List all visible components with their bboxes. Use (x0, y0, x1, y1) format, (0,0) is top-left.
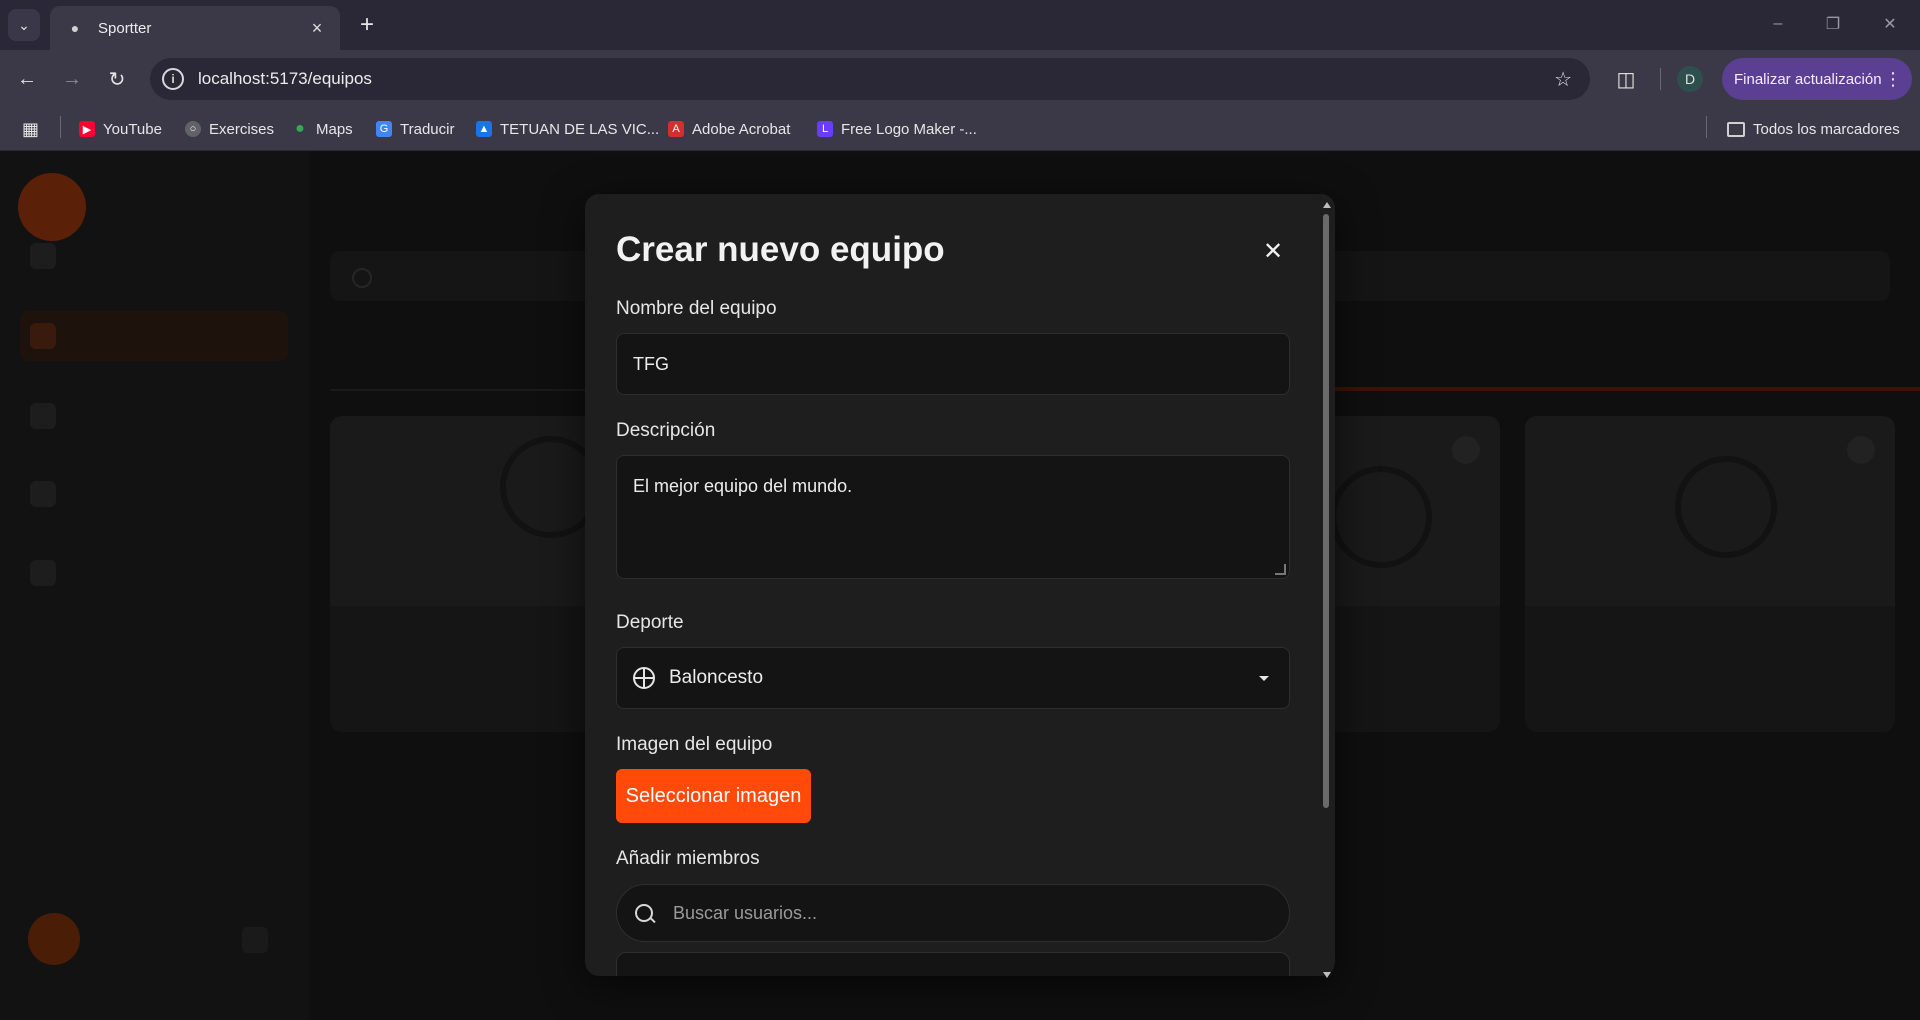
tab-search-dropdown-icon[interactable]: ⌄ (8, 9, 40, 41)
folder-icon (1727, 121, 1745, 137)
bookmark-youtube[interactable]: ▶ YouTube (79, 118, 162, 140)
address-url[interactable]: localhost:5173/equipos (198, 69, 1554, 89)
modal-scrollbar[interactable] (1322, 202, 1332, 978)
bookmark-label: Exercises (209, 120, 275, 138)
finish-update-label: Finalizar actualización (1734, 70, 1882, 88)
logout-icon[interactable] (242, 927, 268, 953)
extensions-puzzle-icon[interactable]: ◫ (1611, 64, 1641, 94)
all-bookmarks-label: Todos los marcadores (1753, 120, 1900, 138)
modal-title: Crear nuevo equipo (616, 230, 945, 269)
profile-avatar[interactable]: D (1677, 66, 1703, 92)
menu-dots-icon[interactable]: ⋮ (1884, 69, 1902, 90)
basketball-icon (633, 667, 655, 689)
create-team-modal: Crear nuevo equipo ✕ Nombre del equipo T… (585, 194, 1335, 976)
apps-grid-icon[interactable]: ▦ (22, 118, 39, 140)
nav-icon (30, 560, 56, 586)
ball-graphic (1330, 466, 1432, 568)
forward-icon[interactable]: → (57, 64, 87, 94)
scroll-up-arrow-icon[interactable] (1323, 202, 1331, 208)
team-name-field[interactable]: TFG (616, 333, 1290, 395)
sidebar-item-1[interactable] (20, 231, 288, 281)
member-search-field[interactable] (616, 884, 1290, 942)
sidebar (0, 151, 310, 1020)
nav-icon (30, 243, 56, 269)
bookmark-free-logo-maker[interactable]: L Free Logo Maker -... (817, 118, 977, 140)
restore-icon[interactable]: ❐ (1813, 10, 1853, 38)
sport-label: Deporte (616, 612, 684, 633)
sport-selected-value: Baloncesto (669, 667, 764, 688)
ball-graphic (1675, 456, 1777, 558)
close-icon[interactable]: ✕ (1260, 238, 1286, 265)
site-info-icon[interactable]: i (162, 68, 184, 90)
reload-icon[interactable]: ↻ (102, 64, 132, 94)
graduation-cap-icon: ▲ (476, 121, 492, 137)
browser-tab[interactable]: ● Sportter × (50, 6, 340, 50)
bookmark-traducir[interactable]: G Traducir (376, 118, 454, 140)
tab-title: Sportter (98, 19, 152, 37)
user-box (28, 913, 278, 971)
new-tab-icon[interactable]: + (353, 11, 381, 39)
search-icon (352, 268, 372, 288)
sport-select[interactable]: Baloncesto (616, 647, 1290, 709)
minimize-icon[interactable]: – (1758, 10, 1798, 38)
globe-icon: ○ (185, 121, 201, 137)
bookmark-label: YouTube (103, 120, 162, 138)
translate-icon: G (376, 121, 392, 137)
add-members-label: Añadir miembros (616, 848, 760, 869)
scroll-down-arrow-icon[interactable] (1323, 972, 1331, 978)
bookmarks-divider (1706, 116, 1707, 138)
search-icon (635, 904, 653, 922)
bookmark-label: Maps (316, 120, 353, 138)
sportter-favicon-icon: ● (70, 20, 80, 36)
favorite-icon[interactable] (1847, 436, 1875, 464)
maps-pin-icon: ● (295, 120, 305, 137)
youtube-icon: ▶ (79, 121, 95, 137)
nav-icon (30, 403, 56, 429)
logo-maker-icon: L (817, 121, 833, 137)
finish-update-button[interactable]: Finalizar actualización ⋮ (1722, 58, 1912, 100)
resize-handle-icon[interactable] (1275, 564, 1286, 575)
scroll-thumb[interactable] (1323, 214, 1329, 808)
bookmark-label: TETUAN DE LAS VIC... (500, 120, 660, 138)
address-bar[interactable]: i localhost:5173/equipos ☆ (150, 58, 1590, 100)
bookmark-label: Traducir (400, 120, 455, 138)
bookmark-maps[interactable]: ● Maps (292, 118, 353, 140)
back-icon[interactable]: ← (12, 64, 42, 94)
all-bookmarks[interactable]: Todos los marcadores (1727, 118, 1900, 140)
tab-close-icon[interactable]: × (306, 17, 328, 39)
description-textarea[interactable]: El mejor equipo del mundo. (616, 455, 1290, 579)
active-tab-indicator (1310, 387, 1920, 391)
window-close-icon[interactable]: ✕ (1870, 10, 1910, 38)
nav-icon (30, 323, 56, 349)
browser-tabstrip: ⌄ ● Sportter × + – ❐ ✕ (0, 0, 1920, 50)
team-card[interactable] (1525, 416, 1895, 732)
favorite-icon[interactable] (1452, 436, 1480, 464)
sidebar-item-5[interactable] (20, 548, 288, 598)
bookmark-adobe-acrobat[interactable]: A Adobe Acrobat (668, 118, 790, 140)
bookmark-label: Adobe Acrobat (692, 120, 791, 138)
team-image-label: Imagen del equipo (616, 734, 773, 755)
team-name-label: Nombre del equipo (616, 298, 777, 319)
team-image (1525, 416, 1895, 606)
sidebar-item-4[interactable] (20, 469, 288, 519)
description-text: El mejor equipo del mundo. (633, 476, 853, 496)
sidebar-item-2[interactable] (20, 311, 288, 361)
avatar[interactable] (28, 913, 80, 965)
sidebar-item-3[interactable] (20, 391, 288, 441)
member-search-input[interactable] (671, 901, 1255, 925)
member-results-list[interactable] (616, 952, 1290, 976)
bookmarks-divider (60, 116, 61, 138)
bookmark-label: Free Logo Maker -... (841, 120, 977, 138)
nav-icon (30, 481, 56, 507)
acrobat-icon: A (668, 121, 684, 137)
description-label: Descripción (616, 420, 716, 441)
bookmark-exercises[interactable]: ○ Exercises (185, 118, 274, 140)
bookmark-tetuan[interactable]: ▲ TETUAN DE LAS VIC... (476, 118, 659, 140)
select-image-button[interactable]: Seleccionar imagen (616, 769, 811, 823)
toolbar-divider (1660, 68, 1661, 90)
chevron-down-icon (1259, 675, 1269, 681)
bookmark-star-icon[interactable]: ☆ (1554, 67, 1572, 92)
